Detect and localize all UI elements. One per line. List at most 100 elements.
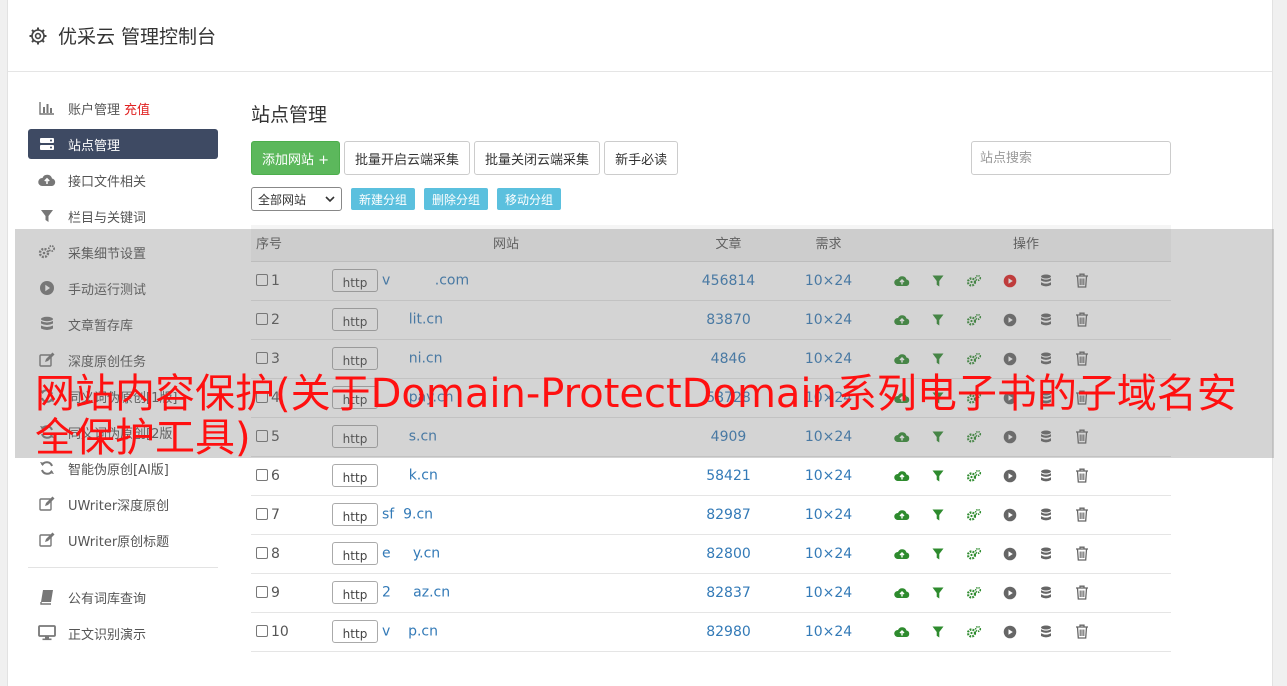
- site-domain-link[interactable]: e y.cn: [382, 546, 440, 562]
- app-title: 优采云 管理控制台: [58, 26, 217, 48]
- demand-value[interactable]: 10×24: [776, 534, 881, 574]
- site-domain-link[interactable]: sf 9.cn: [382, 507, 433, 523]
- table-row: 10 http v p.cn 82980 10×24: [251, 612, 1171, 652]
- sidebar-item-13[interactable]: UWriter原创标题: [28, 525, 218, 555]
- sidebar-item-label: 栏目与关键词: [68, 210, 147, 226]
- row-actions: [881, 456, 1171, 496]
- gears-icon[interactable]: [956, 505, 992, 525]
- app-header: 优采云 管理控制台: [8, 0, 1272, 72]
- trash-icon[interactable]: [1064, 544, 1100, 564]
- cloud-upload-icon[interactable]: [884, 544, 920, 564]
- play-circle-icon[interactable]: [992, 583, 1028, 603]
- table-row: 8 http e y.cn 82800 10×24: [251, 534, 1171, 574]
- row-checkbox[interactable]: [256, 507, 268, 520]
- row-checkbox[interactable]: [256, 585, 268, 598]
- site-domain-link[interactable]: k.cn: [382, 468, 438, 484]
- demand-value[interactable]: 10×24: [776, 495, 881, 535]
- site-domain-link[interactable]: v p.cn: [382, 624, 438, 640]
- row-checkbox[interactable]: [256, 546, 268, 559]
- sidebar-item-4[interactable]: 栏目与关键词: [28, 201, 218, 231]
- batch-open-cloud-button[interactable]: 批量开启云端采集: [344, 141, 471, 175]
- demand-value[interactable]: 10×24: [776, 573, 881, 613]
- table-row: 6 http k.cn 58421 10×24: [251, 456, 1171, 496]
- article-count[interactable]: 82800: [681, 534, 776, 574]
- refresh-icon: [38, 459, 56, 477]
- sidebar-item-label: 站点管理: [68, 138, 121, 154]
- trash-icon[interactable]: [1064, 466, 1100, 486]
- newbie-guide-button[interactable]: 新手必读: [604, 141, 679, 175]
- sidebar-item-label: 账户管理: [68, 102, 121, 118]
- filter-icon[interactable]: [920, 466, 956, 486]
- row-number: 10: [271, 623, 289, 640]
- sidebar-item-1[interactable]: 账户管理 充值: [28, 93, 218, 123]
- cloud-upload-icon[interactable]: [884, 505, 920, 525]
- new-group-button[interactable]: 新建分组: [351, 188, 416, 210]
- database-icon[interactable]: [1028, 466, 1064, 486]
- site-group-select-value: 全部网站: [258, 192, 307, 207]
- article-count[interactable]: 58421: [681, 456, 776, 496]
- sidebar-item-14[interactable]: 公有词库查询: [28, 582, 218, 612]
- cloud-upload-icon[interactable]: [884, 466, 920, 486]
- trash-icon[interactable]: [1064, 505, 1100, 525]
- gears-icon[interactable]: [956, 622, 992, 642]
- article-count[interactable]: 82987: [681, 495, 776, 535]
- sidebar-item-15[interactable]: 正文识别演示: [28, 618, 218, 648]
- table-row: 7 http sf 9.cn 82987 10×24: [251, 495, 1171, 535]
- sidebar-divider: [28, 567, 218, 568]
- demand-value[interactable]: 10×24: [776, 456, 881, 496]
- article-count[interactable]: 82837: [681, 573, 776, 613]
- database-icon[interactable]: [1028, 544, 1064, 564]
- filter-icon[interactable]: [920, 622, 956, 642]
- row-number-cell: 8: [251, 534, 331, 574]
- site-cell: http sf 9.cn: [331, 495, 681, 535]
- gears-icon[interactable]: [956, 466, 992, 486]
- play-circle-icon[interactable]: [992, 505, 1028, 525]
- group-toolbar: 全部网站 新建分组 删除分组 移动分组: [251, 187, 1171, 211]
- row-checkbox[interactable]: [256, 624, 268, 637]
- filter-icon[interactable]: [920, 544, 956, 564]
- add-site-button[interactable]: 添加网站 +: [251, 141, 341, 175]
- article-count[interactable]: 82980: [681, 612, 776, 652]
- row-checkbox[interactable]: [256, 468, 268, 481]
- site-cell: http k.cn: [331, 456, 681, 496]
- row-actions: [881, 495, 1171, 535]
- scheme-badge: http: [332, 581, 378, 604]
- site-domain-link[interactable]: 2 az.cn: [382, 585, 450, 601]
- play-circle-icon[interactable]: [992, 544, 1028, 564]
- play-circle-icon[interactable]: [992, 622, 1028, 642]
- cloud-upload-icon: [38, 171, 56, 189]
- trash-icon[interactable]: [1064, 583, 1100, 603]
- move-group-button[interactable]: 移动分组: [497, 188, 562, 210]
- cloud-upload-icon[interactable]: [884, 622, 920, 642]
- site-group-select[interactable]: 全部网站: [251, 187, 342, 211]
- database-icon[interactable]: [1028, 505, 1064, 525]
- sidebar-item-12[interactable]: UWriter深度原创: [28, 489, 218, 519]
- gears-icon[interactable]: [956, 544, 992, 564]
- filter-icon: [38, 207, 56, 225]
- row-number: 8: [271, 545, 280, 562]
- row-number: 6: [271, 467, 280, 484]
- batch-close-cloud-button[interactable]: 批量关闭云端采集: [474, 141, 601, 175]
- gears-icon[interactable]: [956, 583, 992, 603]
- recharge-link[interactable]: 充值: [124, 99, 150, 118]
- row-number: 9: [271, 584, 280, 601]
- row-number-cell: 10: [251, 612, 331, 652]
- edit-icon: [38, 531, 56, 549]
- site-search-input[interactable]: [971, 141, 1171, 175]
- filter-icon[interactable]: [920, 505, 956, 525]
- sidebar-item-2[interactable]: 站点管理: [28, 129, 218, 159]
- sidebar-item-label: UWriter深度原创: [68, 498, 170, 514]
- trash-icon[interactable]: [1064, 622, 1100, 642]
- row-actions: [881, 534, 1171, 574]
- scheme-badge: http: [332, 464, 378, 487]
- filter-icon[interactable]: [920, 583, 956, 603]
- monitor-icon: [38, 624, 56, 642]
- database-icon[interactable]: [1028, 622, 1064, 642]
- sidebar-item-3[interactable]: 接口文件相关: [28, 165, 218, 195]
- scheme-badge: http: [332, 542, 378, 565]
- demand-value[interactable]: 10×24: [776, 612, 881, 652]
- cloud-upload-icon[interactable]: [884, 583, 920, 603]
- play-circle-icon[interactable]: [992, 466, 1028, 486]
- delete-group-button[interactable]: 删除分组: [424, 188, 489, 210]
- database-icon[interactable]: [1028, 583, 1064, 603]
